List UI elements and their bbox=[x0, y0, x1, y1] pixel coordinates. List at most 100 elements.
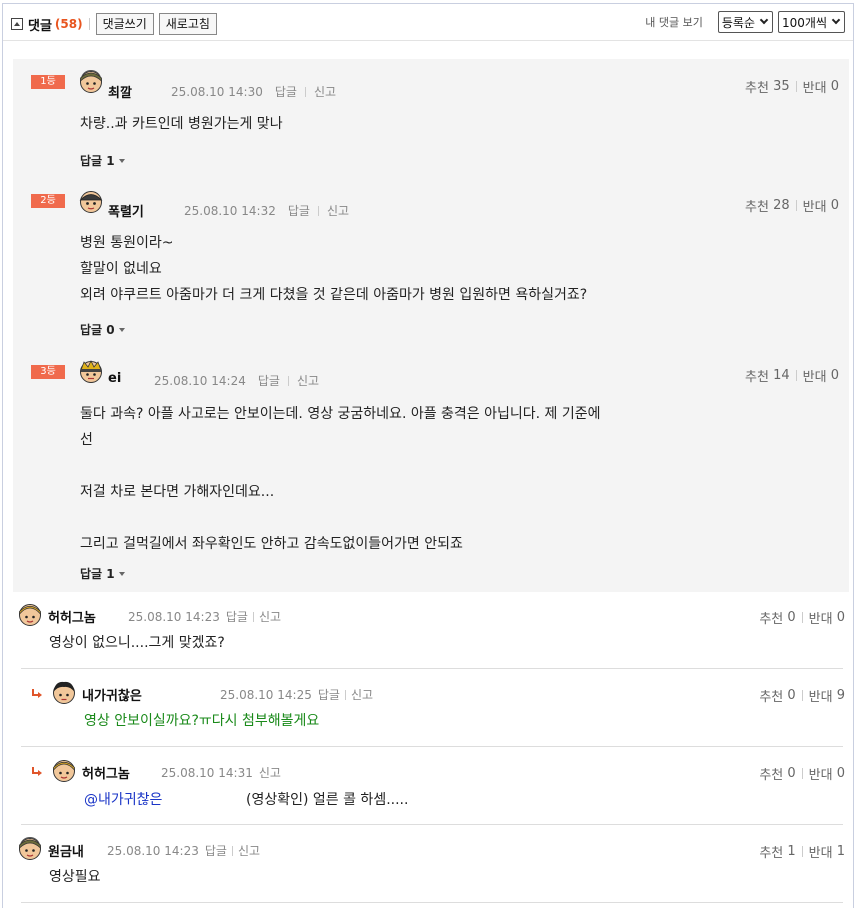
downvote-label[interactable]: 반대 bbox=[809, 764, 833, 783]
best-comment: 1등 최깔 25.08.10 14:30 답글 신고 추천 35 반대 0 차량… bbox=[13, 59, 849, 179]
reply-item: 허허그놈 25.08.10 14:31 신고 추천 0 반대 0 @내가귀찮은 … bbox=[5, 754, 855, 824]
replies-toggle[interactable]: 답글 1 bbox=[80, 565, 125, 582]
divider bbox=[21, 746, 843, 747]
downvote-label[interactable]: 반대 bbox=[809, 608, 833, 627]
reply-link[interactable]: 답글 bbox=[275, 83, 297, 100]
vote-box: 추천 0 반대 0 bbox=[759, 764, 845, 783]
comment-toolbar: 댓글 (58) 댓글쓰기 새로고침 내 댓글 보기 등록순 100개씩 bbox=[3, 4, 853, 41]
user-avatar-icon[interactable] bbox=[79, 359, 103, 383]
upvote-label[interactable]: 추천 bbox=[759, 842, 783, 861]
user-avatar-icon[interactable] bbox=[18, 836, 42, 860]
comment-author[interactable]: 허허그놈 bbox=[82, 763, 130, 782]
comment-author[interactable]: 폭렬기 bbox=[108, 201, 144, 220]
downvote-label[interactable]: 반대 bbox=[803, 196, 827, 215]
comment-meta: 25.08.10 14:23 답글 신고 bbox=[128, 608, 281, 625]
comment-meta: 25.08.10 14:24 답글 신고 bbox=[154, 372, 319, 389]
upvote-label[interactable]: 추천 bbox=[759, 686, 783, 705]
comment-date: 25.08.10 14:31 bbox=[161, 765, 253, 780]
mention-link[interactable]: @내가귀찮은 bbox=[84, 787, 162, 813]
rank-badge: 3등 bbox=[31, 365, 65, 379]
best-comment: 3등 ei 25.08.10 14:24 답글 신고 추천 14 반대 0 둘다… bbox=[13, 347, 849, 592]
downvote-label[interactable]: 반대 bbox=[803, 77, 827, 96]
upvote-count: 0 bbox=[787, 610, 796, 625]
comment-panel: 댓글 (58) 댓글쓰기 새로고침 내 댓글 보기 등록순 100개씩 1등 최… bbox=[2, 3, 854, 908]
comment-author[interactable]: 허허그놈 bbox=[48, 607, 96, 626]
upvote-label[interactable]: 추천 bbox=[759, 608, 783, 627]
upvote-count: 0 bbox=[787, 766, 796, 781]
comment-body: 병원 통원이라~ 할말이 없네요 외려 야쿠르트 아줌마가 더 크게 다쳤을 것… bbox=[80, 235, 588, 303]
downvote-label[interactable]: 반대 bbox=[809, 686, 833, 705]
best-comment: 2등 폭렬기 25.08.10 14:32 답글 신고 추천 28 반대 0 병… bbox=[13, 178, 849, 348]
comment-body: 둘다 과속? 아플 사고로는 안보이는데. 영상 궁굼하네요. 아플 충격은 아… bbox=[80, 406, 601, 552]
vote-box: 추천 28 반대 0 bbox=[745, 196, 839, 215]
report-link[interactable]: 신고 bbox=[314, 83, 336, 100]
comment-body: 영상필요 bbox=[49, 869, 101, 885]
comment-body: (영상확인) 얼른 콜 하셈..... bbox=[246, 792, 409, 808]
comment-meta: 25.08.10 14:25 답글 신고 bbox=[220, 686, 373, 703]
sort-select[interactable]: 등록순 bbox=[717, 11, 773, 33]
vote-box: 추천 14 반대 0 bbox=[745, 366, 839, 385]
vote-box: 추천 1 반대 1 bbox=[759, 842, 845, 861]
divider bbox=[21, 902, 843, 903]
report-link[interactable]: 신고 bbox=[297, 372, 319, 389]
reply-arrow-icon bbox=[31, 689, 43, 699]
caret-down-icon bbox=[118, 158, 125, 163]
comment-meta: 25.08.10 14:32 답글 신고 bbox=[184, 202, 349, 219]
chevron-down-icon bbox=[759, 15, 769, 25]
upvote-label[interactable]: 추천 bbox=[759, 764, 783, 783]
user-avatar-icon[interactable] bbox=[52, 758, 76, 782]
write-comment-button[interactable]: 댓글쓰기 bbox=[95, 13, 154, 35]
user-avatar-icon[interactable] bbox=[52, 680, 76, 704]
comment-body: 영상이 없으니....그게 맞겠죠? bbox=[49, 635, 225, 651]
sort-select-value: 등록순 bbox=[721, 15, 755, 30]
comment-author[interactable]: 내가귀찮은 bbox=[82, 685, 142, 704]
user-avatar-icon[interactable] bbox=[79, 69, 103, 93]
downvote-count: 0 bbox=[830, 198, 839, 213]
report-link[interactable]: 신고 bbox=[259, 608, 281, 625]
comment-body: 차량..과 카트인데 병원가는게 맞나 bbox=[80, 116, 283, 132]
vote-box: 추천 35 반대 0 bbox=[745, 77, 839, 96]
downvote-label[interactable]: 반대 bbox=[803, 366, 827, 385]
report-link[interactable]: 신고 bbox=[327, 202, 349, 219]
comment-date: 25.08.10 14:25 bbox=[220, 687, 312, 702]
upvote-count: 1 bbox=[787, 844, 796, 859]
comment-author[interactable]: 최깔 bbox=[108, 82, 132, 101]
caret-down-icon bbox=[118, 327, 125, 332]
reply-link[interactable]: 답글 bbox=[318, 686, 340, 703]
collapse-toggle-icon[interactable] bbox=[11, 18, 23, 30]
divider bbox=[21, 668, 843, 669]
user-avatar-icon[interactable] bbox=[18, 602, 42, 626]
reply-link[interactable]: 답글 bbox=[258, 372, 280, 389]
reply-link[interactable]: 답글 bbox=[205, 842, 227, 859]
comment-date: 25.08.10 14:23 bbox=[128, 609, 220, 624]
comment-item: 허허그놈 25.08.10 14:23 답글 신고 추천 0 반대 0 영상이 … bbox=[5, 598, 855, 668]
rank-badge: 2등 bbox=[31, 194, 65, 208]
replies-toggle[interactable]: 답글 0 bbox=[80, 321, 125, 338]
upvote-label[interactable]: 추천 bbox=[745, 366, 769, 385]
my-comments-link[interactable]: 내 댓글 보기 bbox=[645, 14, 703, 30]
comment-meta: 25.08.10 14:23 답글 신고 bbox=[107, 842, 260, 859]
replies-toggle[interactable]: 답글 1 bbox=[80, 152, 125, 169]
per-page-select[interactable]: 100개씩 bbox=[778, 11, 845, 33]
report-link[interactable]: 신고 bbox=[351, 686, 373, 703]
refresh-button[interactable]: 새로고침 bbox=[158, 13, 217, 35]
comment-meta: 25.08.10 14:31 신고 bbox=[161, 764, 281, 781]
downvote-label[interactable]: 반대 bbox=[809, 842, 833, 861]
upvote-label[interactable]: 추천 bbox=[745, 196, 769, 215]
comment-count: (58) bbox=[54, 17, 83, 31]
comment-meta: 25.08.10 14:30 답글 신고 bbox=[171, 83, 336, 100]
vote-box: 추천 0 반대 9 bbox=[759, 686, 845, 705]
report-link[interactable]: 신고 bbox=[259, 764, 281, 781]
upvote-count: 14 bbox=[773, 368, 790, 383]
divider bbox=[21, 824, 843, 825]
comment-author[interactable]: 원금내 bbox=[48, 841, 84, 860]
reply-link[interactable]: 답글 bbox=[226, 608, 248, 625]
comment-author[interactable]: ei bbox=[108, 371, 121, 386]
rank-badge: 1등 bbox=[31, 75, 65, 89]
upvote-label[interactable]: 추천 bbox=[745, 77, 769, 96]
report-link[interactable]: 신고 bbox=[238, 842, 260, 859]
user-avatar-icon[interactable] bbox=[79, 189, 103, 213]
reply-link[interactable]: 답글 bbox=[288, 202, 310, 219]
downvote-count: 9 bbox=[836, 688, 845, 703]
comment-section-title: 댓글 bbox=[28, 18, 52, 34]
